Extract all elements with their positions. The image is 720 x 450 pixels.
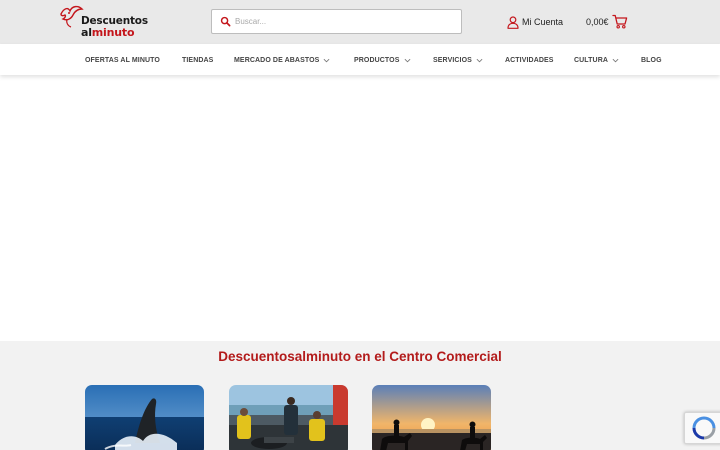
cart-link[interactable]: 0,00€ (586, 13, 628, 30)
section-title: Descuentosalminuto en el Centro Comercia… (218, 349, 502, 364)
nav-item-label: OFERTAS AL MINUTO (85, 56, 160, 64)
recaptcha-badge[interactable] (684, 412, 720, 444)
card-fishermen[interactable] (229, 385, 348, 450)
chevron-down-icon (404, 58, 410, 62)
nav-item-label: CULTURA (574, 56, 609, 64)
nav-item-cultura[interactable]: CULTURA (574, 54, 619, 66)
horse-riders-sunset-beach-photo (372, 385, 491, 450)
chevron-down-icon (476, 58, 483, 62)
search-input[interactable] (235, 13, 455, 30)
nav-item-servicios[interactable]: SERVICIOS (433, 54, 483, 66)
nav-item-productos[interactable]: PRODUCTOS (354, 54, 411, 66)
nav-item-label: MERCADO DE ABASTOS (234, 56, 320, 64)
cart-icon (611, 14, 627, 29)
chevron-down-icon (323, 58, 330, 62)
fishermen-on-boat-photo (229, 385, 348, 450)
site-logo[interactable]: Descuentos alminuto (58, 3, 158, 39)
nav-item-ofertas-al-minuto[interactable]: OFERTAS AL MINUTO (85, 54, 160, 66)
nav-item-label: SERVICIOS (433, 56, 472, 64)
cart-total: 0,00€ (586, 16, 609, 27)
nav-item-label: BLOG (641, 56, 662, 64)
my-account-link[interactable]: Mi Cuenta (507, 14, 563, 30)
logo-text-al: al (81, 26, 92, 39)
nav-item-label: TIENDAS (182, 56, 214, 64)
logo-text-line2: alminuto (81, 26, 135, 39)
main-navigation: OFERTAS AL MINUTO TIENDAS MERCADO DE ABA… (0, 44, 720, 75)
nav-item-label: PRODUCTOS (354, 56, 400, 64)
nav-item-actividades[interactable]: ACTIVIDADES (505, 54, 554, 66)
search-box[interactable] (211, 9, 462, 34)
logo-text-minuto: minuto (91, 26, 135, 39)
chevron-down-icon (612, 58, 619, 62)
nav-item-mercado-de-abastos[interactable]: MERCADO DE ABASTOS (234, 54, 330, 66)
featured-section: Descuentosalminuto en el Centro Comercia… (0, 341, 720, 450)
recaptcha-icon (692, 416, 716, 440)
nav-item-label: ACTIVIDADES (505, 56, 554, 64)
user-icon (507, 15, 519, 29)
card-whale[interactable] (85, 385, 204, 450)
top-header: Descuentos alminuto Mi Cuenta 0,00€ (0, 0, 720, 44)
whale-breaching-photo (85, 385, 204, 450)
nav-item-tiendas[interactable]: TIENDAS (182, 54, 213, 66)
my-account-label: Mi Cuenta (522, 17, 564, 27)
search-icon[interactable] (220, 16, 231, 27)
nav-item-blog[interactable]: BLOG (641, 54, 662, 66)
card-horse-riders[interactable] (372, 385, 491, 450)
